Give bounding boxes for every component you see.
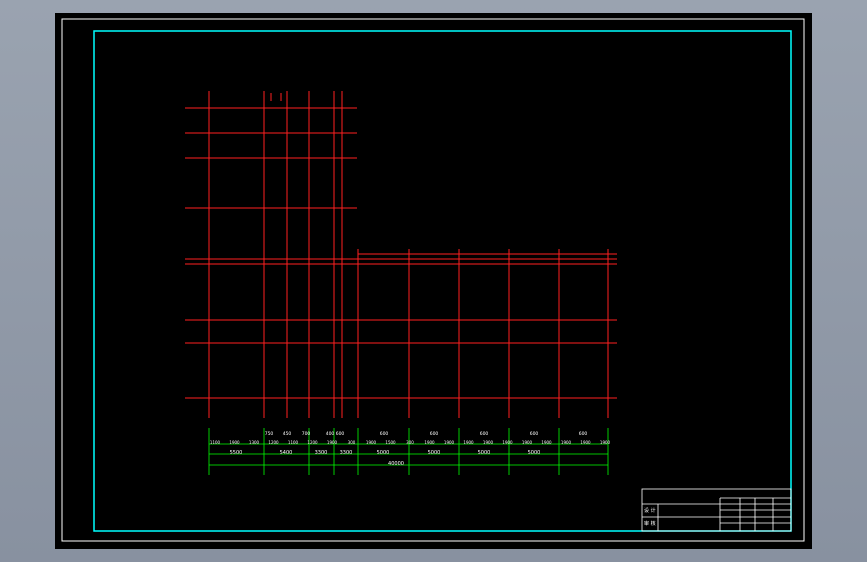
dimension-label: 700 bbox=[302, 431, 311, 437]
dimension-label: 600 bbox=[336, 431, 345, 437]
dimension-label: 1500 bbox=[385, 440, 396, 445]
dimension-label: 600 bbox=[380, 431, 389, 437]
title-block-label-review: 审 核 bbox=[644, 520, 656, 527]
dimension-label: 600 bbox=[430, 431, 439, 437]
dimension-lines: 5500 5400 3300 3300 5000 5000 5000 5000 1100 1900… bbox=[208, 428, 611, 475]
horizontal-axis-lines bbox=[185, 107, 617, 399]
dimension-label: 1900 bbox=[522, 440, 533, 445]
dimension-label: 1900 bbox=[463, 440, 474, 445]
dimension-label: 5000 bbox=[428, 450, 441, 456]
dimension-label: 600 bbox=[579, 431, 588, 437]
title-block: 设 计 审 核 bbox=[641, 488, 792, 532]
dimension-label: 1900 bbox=[502, 440, 513, 445]
dimension-label: 300 bbox=[406, 440, 414, 445]
dimension-label: 1900 bbox=[483, 440, 494, 445]
dimension-label: 1200 bbox=[307, 440, 318, 445]
drawing-outer-frame bbox=[61, 18, 805, 542]
dimension-label: 1900 bbox=[541, 440, 552, 445]
dimension-label: 1900 bbox=[424, 440, 435, 445]
dimension-label: 1900 bbox=[600, 440, 611, 445]
dimension-label: 1900 bbox=[444, 440, 455, 445]
dimension-label: 600 bbox=[530, 431, 539, 437]
cad-viewport[interactable]: 5500 5400 3300 3300 5000 5000 5000 5000 1100 1900… bbox=[55, 13, 812, 549]
dimension-label: 5000 bbox=[528, 450, 541, 456]
dimension-label: 1300 bbox=[249, 440, 260, 445]
dimension-label: 1900 bbox=[561, 440, 572, 445]
dimension-label: 1900 bbox=[366, 440, 377, 445]
dimension-label: 3300 bbox=[340, 450, 353, 456]
dimension-total-label: 40000 bbox=[388, 461, 404, 467]
dimension-label: 300 bbox=[348, 440, 356, 445]
dimension-label: 1100 bbox=[210, 440, 221, 445]
dimension-label: 1900 bbox=[327, 440, 338, 445]
dimension-label: 5000 bbox=[377, 450, 390, 456]
dimension-label: 600 bbox=[480, 431, 489, 437]
dimension-label: 5400 bbox=[280, 450, 293, 456]
dimension-label: 1900 bbox=[229, 440, 240, 445]
dimension-label: 1200 bbox=[268, 440, 279, 445]
dimension-label: 400 bbox=[326, 431, 335, 437]
dimension-label: 750 bbox=[265, 431, 274, 437]
dimension-label: 1900 bbox=[580, 440, 591, 445]
dimension-label: 3300 bbox=[315, 450, 328, 456]
dimension-label: 5500 bbox=[230, 450, 243, 456]
dimension-label: 5000 bbox=[478, 450, 491, 456]
dimension-label: 450 bbox=[283, 431, 292, 437]
title-block-label-design: 设 计 bbox=[644, 507, 656, 514]
floor-plan-drawing: 5500 5400 3300 3300 5000 5000 5000 5000 1100 1900… bbox=[61, 18, 805, 542]
dimension-label: 1100 bbox=[288, 440, 299, 445]
drawing-inner-frame bbox=[93, 30, 792, 532]
